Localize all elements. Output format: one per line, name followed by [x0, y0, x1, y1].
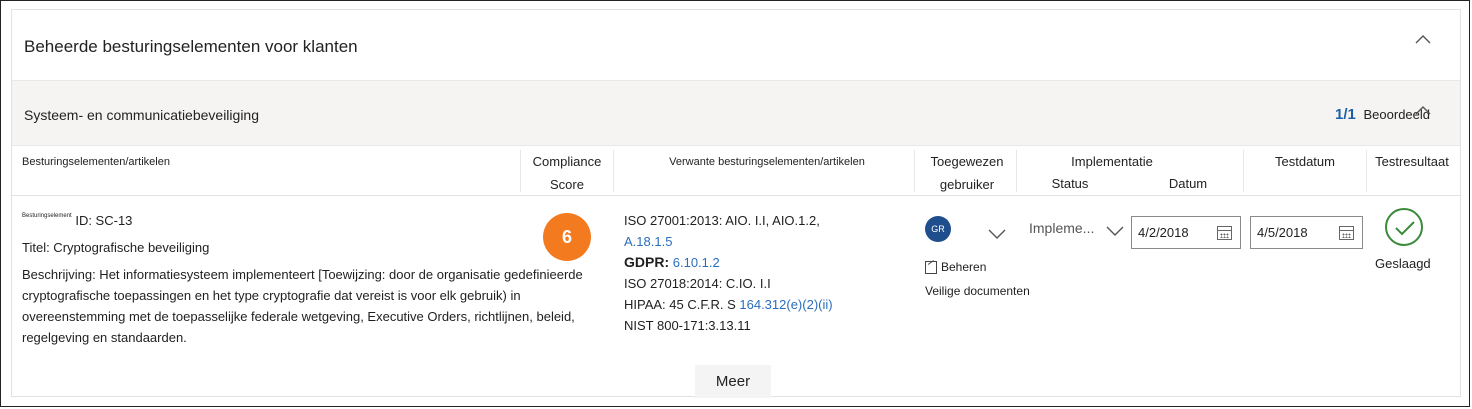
col-header-controls: Besturingselementen/artikelen	[22, 156, 170, 168]
compliance-score-badge: 6	[543, 213, 591, 261]
implementation-status-select[interactable]: Impleme...	[1029, 220, 1094, 236]
col-header-assigned: Toegewezen	[930, 154, 1004, 169]
test-date-input[interactable]: 4/5/2018	[1250, 216, 1363, 249]
col-header-user: gebruiker	[939, 177, 995, 192]
related-nist: NIST 800-171:3.13.11	[624, 318, 751, 333]
control-title: Titel: Cryptografische beveiliging	[22, 240, 210, 255]
link-a18-1-5[interactable]: A.18.1.5	[624, 234, 672, 249]
link-hipaa[interactable]: 164.312(e)(2)(ii)	[739, 297, 832, 312]
manage-label: Beheren	[941, 260, 987, 274]
column-divider	[613, 150, 614, 192]
passed-check-icon	[1385, 208, 1423, 246]
section-title: Beheerde besturingselementen voor klante…	[24, 37, 358, 56]
column-divider	[1243, 150, 1244, 192]
column-divider	[914, 150, 915, 192]
assessed-fraction: 1/1	[1335, 106, 1356, 123]
secure-documents-link[interactable]: Veilige documenten	[925, 284, 1030, 298]
collapse-group-chevron-up-icon[interactable]	[1415, 105, 1431, 119]
implementation-date-value: 4/2/2018	[1138, 225, 1189, 240]
calendar-icon[interactable]	[1339, 226, 1354, 240]
column-divider	[1016, 150, 1017, 192]
gdpr-label: GDPR:	[624, 254, 670, 270]
assignee-dropdown-chevron-down-icon[interactable]	[988, 226, 1006, 239]
edit-document-icon	[925, 260, 937, 274]
link-gdpr[interactable]: 6.10.1.2	[673, 255, 720, 270]
window-frame: Beheerde besturingselementen voor klante…	[0, 0, 1470, 407]
status-dropdown-chevron-down-icon[interactable]	[1106, 223, 1124, 236]
control-id: Besturingselement ID: SC-13	[22, 213, 132, 228]
more-button[interactable]: Meer	[695, 365, 771, 398]
column-divider	[520, 150, 521, 192]
col-header-date: Datum	[1168, 176, 1208, 191]
controls-panel: Beheerde besturingselementen voor klante…	[11, 9, 1461, 398]
control-description: Beschrijving: Het informatiesysteem impl…	[22, 267, 583, 345]
group-title: Systeem- en communicatiebeveiliging	[24, 107, 259, 123]
control-id-text: ID: SC-13	[75, 213, 133, 228]
control-tiny-label: Besturingselement	[22, 213, 72, 219]
table-header: Besturingselementen/artikelen Compliance…	[12, 148, 1460, 196]
section-header[interactable]: Beheerde besturingselementen voor klante…	[12, 10, 1460, 80]
calendar-icon[interactable]	[1217, 226, 1232, 240]
col-header-compliance: Compliance	[532, 154, 602, 169]
related-controls: ISO 27001:2013: AIO. I.I, AIO.1.2, A.18.…	[624, 210, 914, 336]
col-header-score: Score	[550, 177, 584, 192]
manage-link[interactable]: Beheren	[925, 260, 986, 274]
collapse-section-chevron-up-icon[interactable]	[1415, 34, 1431, 48]
related-iso27001: ISO 27001:2013: AIO. I.I, AIO.1.2,	[624, 213, 820, 228]
col-header-test-date: Testdatum	[1275, 154, 1335, 169]
col-header-status: Status	[1051, 176, 1089, 191]
col-header-related: Verwante besturingselementen/artikelen	[669, 156, 865, 168]
test-result-label: Geslaagd	[1375, 256, 1431, 271]
implementation-date-input[interactable]: 4/2/2018	[1131, 216, 1241, 249]
assignee-avatar[interactable]: GR	[925, 216, 951, 242]
hipaa-text: HIPAA: 45 C.F.R. S	[624, 297, 736, 312]
col-header-implementation: Implementatie	[1071, 154, 1153, 169]
table-row: Besturingselement ID: SC-13 Titel: Crypt…	[12, 200, 1460, 360]
col-header-test-result: Testresultaat	[1375, 154, 1449, 169]
related-iso27018: ISO 27018:2014: C.IO. I.I	[624, 276, 771, 291]
test-date-value: 4/5/2018	[1257, 225, 1308, 240]
group-header[interactable]: Systeem- en communicatiebeveiliging 1/1 …	[12, 80, 1460, 146]
